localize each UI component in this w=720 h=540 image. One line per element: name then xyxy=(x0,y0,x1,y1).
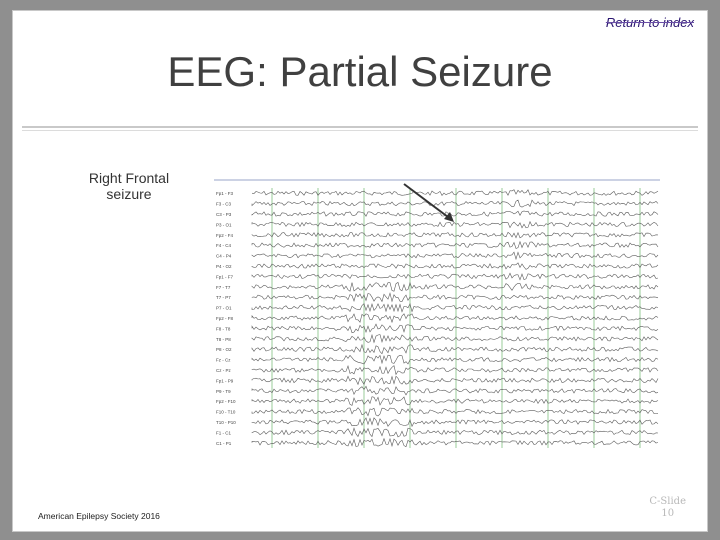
footer-credit: American Epilepsy Society 2016 xyxy=(38,511,160,521)
eeg-channel-label: P7 - O1 xyxy=(216,306,232,311)
slide-number-label: C-Slide xyxy=(649,496,686,507)
eeg-channel-label: C1 - P1 xyxy=(216,441,232,446)
eeg-channel-label: F1 - C1 xyxy=(216,430,232,435)
eeg-channel-label: P8 - O2 xyxy=(216,347,232,352)
eeg-channel-label: T10 - P10 xyxy=(216,420,236,425)
return-to-index-link[interactable]: Return to index xyxy=(606,15,694,30)
eeg-channel-label: F8 - T8 xyxy=(216,326,231,331)
eeg-channel-label: F3 - C3 xyxy=(216,202,232,207)
eeg-channel-label: F7 - T7 xyxy=(216,285,231,290)
eeg-tracing-image: Fp1 - F3 F3 - C3 C3 - P3 P3 - O1 Fp2 - F4 F4 … xyxy=(214,178,660,450)
eeg-channel-label: Cz - Pz xyxy=(216,368,232,373)
slide-frame: Return to index EEG: Partial Seizure Rig… xyxy=(0,0,720,540)
eeg-channel-label: Fp1 - F3 xyxy=(216,191,234,196)
slide-number: C-Slide 10 xyxy=(649,496,686,520)
title-divider xyxy=(22,126,698,128)
eeg-channel-label: C3 - P3 xyxy=(216,212,232,217)
eeg-channel-label: Fp1 - F7 xyxy=(216,274,234,279)
eeg-channel-label: Fp2 - F4 xyxy=(216,233,234,238)
eeg-channel-label: P3 - O1 xyxy=(216,222,232,227)
figure-caption: Right Frontal seizure xyxy=(88,170,170,202)
eeg-channel-label: Fp2 - F8 xyxy=(216,316,234,321)
slide-number-value: 10 xyxy=(661,508,675,519)
eeg-channel-label: F10 - T10 xyxy=(216,410,236,415)
slide-title: EEG: Partial Seizure xyxy=(167,48,553,95)
eeg-channel-label: T7 - P7 xyxy=(216,295,231,300)
title-divider-shadow xyxy=(22,130,698,131)
eeg-channel-label: Fz - Cz xyxy=(216,358,231,363)
eeg-channel-label: Fp2 - F10 xyxy=(216,399,236,404)
eeg-channel-label: T8 - P8 xyxy=(216,337,231,342)
eeg-channel-label: Fp1 - P9 xyxy=(216,378,234,383)
eeg-channel-label: F4 - C4 xyxy=(216,243,232,248)
eeg-channel-label: P4 - O2 xyxy=(216,264,232,269)
slide: Return to index EEG: Partial Seizure Rig… xyxy=(12,10,708,532)
eeg-background xyxy=(214,178,660,450)
eeg-channel-label: P9 - T9 xyxy=(216,389,231,394)
eeg-channel-label: C4 - P4 xyxy=(216,254,232,259)
